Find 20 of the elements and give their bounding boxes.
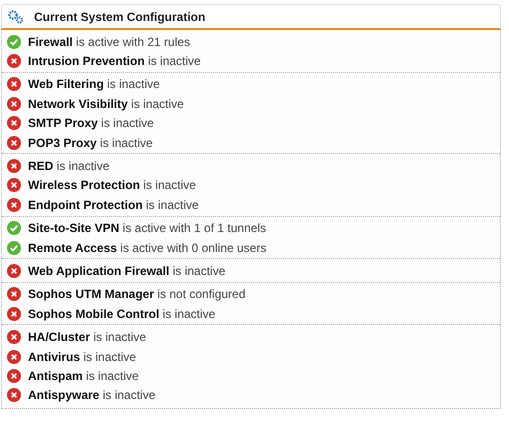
status-text: Wireless Protection is inactive [28,178,196,192]
status-text: Firewall is active with 21 rules [28,34,190,49]
status-text: Site-to-Site VPN is active with 1 of 1 tunnels [28,221,266,236]
status-text: POP3 Proxy is inactive [28,136,153,150]
gears-icon [8,10,24,24]
status-text: Intrusion Prevention is inactive [28,54,201,68]
status-text: Web Application Firewall is inactive [28,264,226,278]
panel-title: Current System Configuration [34,10,206,24]
status-text: Antispam is inactive [28,368,139,383]
status-text: Sophos Mobile Control is inactive [28,306,216,321]
status-text: Network Visibility is inactive [28,96,184,111]
status-text: Antivirus is inactive [28,350,136,364]
status-text: Web Filtering is inactive [28,77,160,92]
status-text: HA/Cluster is inactive [28,330,146,344]
status-text: Sophos UTM Manager is not configured [28,287,246,302]
status-text: RED is inactive [28,159,110,174]
status-text: Remote Access is active with 0 online users [28,240,266,255]
status-text: Antispyware is inactive [28,388,156,402]
status-text: SMTP Proxy is inactive [28,116,154,130]
status-text: Endpoint Protection is inactive [28,198,199,212]
